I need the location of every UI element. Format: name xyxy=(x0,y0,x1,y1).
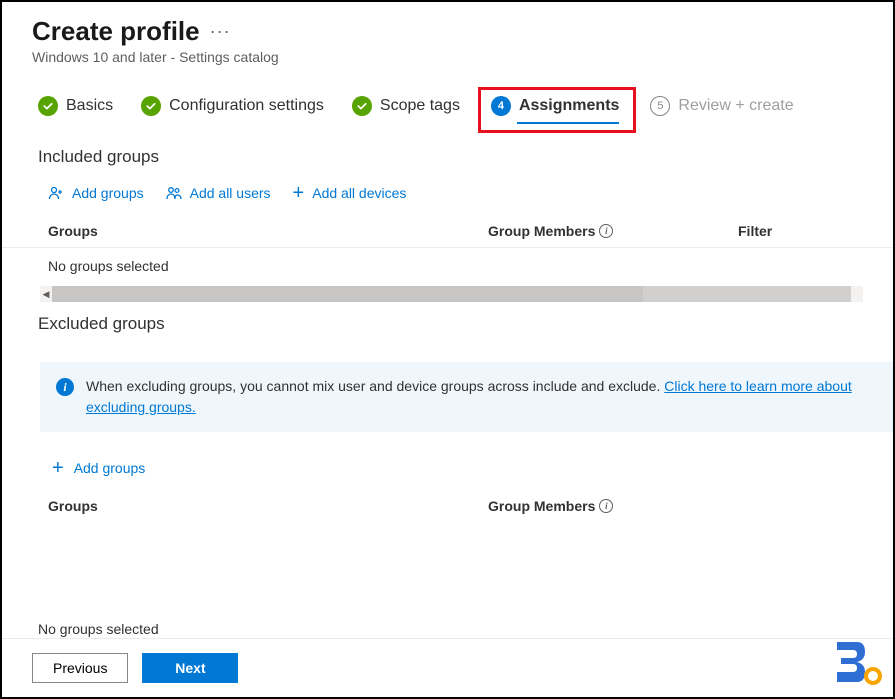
action-label: Add groups xyxy=(72,185,144,201)
step-basics[interactable]: Basics xyxy=(38,96,113,122)
excluded-groups-heading: Excluded groups xyxy=(2,302,893,342)
column-groups: Groups xyxy=(48,223,488,239)
action-label: Add all devices xyxy=(312,185,406,201)
info-icon[interactable]: i xyxy=(599,499,613,513)
step-number-icon: 4 xyxy=(491,96,511,116)
step-configuration-settings[interactable]: Configuration settings xyxy=(141,96,324,122)
check-icon xyxy=(141,96,161,116)
excluded-empty-row: No groups selected xyxy=(38,613,863,637)
highlight-box: 4 Assignments xyxy=(478,87,636,133)
step-label: Configuration settings xyxy=(169,97,324,115)
step-label: Assignments xyxy=(519,97,619,115)
included-empty-row: No groups selected xyxy=(2,248,893,286)
scroll-left-icon[interactable]: ◀ xyxy=(40,289,52,300)
column-filter: Filter xyxy=(738,223,863,239)
check-icon xyxy=(38,96,58,116)
scrollbar-track[interactable] xyxy=(52,286,851,302)
excluded-table-header: Groups Group Members i xyxy=(2,492,893,522)
step-number-icon: 5 xyxy=(650,96,670,116)
info-icon: i xyxy=(56,378,74,396)
step-scope-tags[interactable]: Scope tags xyxy=(352,96,460,122)
column-group-members: Group Members i xyxy=(488,223,738,239)
plus-icon: + xyxy=(52,458,64,478)
add-groups-excluded-button[interactable]: + Add groups xyxy=(2,452,893,492)
step-review-create: 5 Review + create xyxy=(650,96,793,122)
add-all-devices-button[interactable]: + Add all devices xyxy=(293,183,407,203)
more-menu[interactable]: ··· xyxy=(210,21,231,42)
add-all-users-button[interactable]: Add all users xyxy=(166,183,271,203)
page-subtitle: Windows 10 and later - Settings catalog xyxy=(32,49,863,65)
included-groups-heading: Included groups xyxy=(2,135,893,175)
horizontal-scrollbar[interactable]: ◀ ▶ xyxy=(40,286,863,302)
step-label: Scope tags xyxy=(380,97,460,115)
included-actions: Add groups Add all users + Add all devic… xyxy=(2,175,893,217)
step-label: Review + create xyxy=(678,97,793,115)
person-add-icon xyxy=(48,185,64,201)
check-icon xyxy=(352,96,372,116)
footer: Previous Next xyxy=(2,638,893,697)
included-table-header: Groups Group Members i Filter xyxy=(2,217,893,248)
info-icon[interactable]: i xyxy=(599,224,613,238)
previous-button[interactable]: Previous xyxy=(32,653,128,683)
wizard-steps: Basics Configuration settings Scope tags… xyxy=(2,65,893,135)
plus-icon: + xyxy=(293,183,305,203)
action-label: Add all users xyxy=(190,185,271,201)
step-assignments[interactable]: 4 Assignments xyxy=(491,96,619,122)
next-button[interactable]: Next xyxy=(142,653,238,683)
people-icon xyxy=(166,185,182,201)
action-label: Add groups xyxy=(74,460,146,476)
page-title: Create profile xyxy=(32,16,200,47)
step-label: Basics xyxy=(66,97,113,115)
watermark-logo xyxy=(831,638,885,691)
add-groups-button[interactable]: Add groups xyxy=(48,183,144,203)
column-groups: Groups xyxy=(48,498,488,514)
column-group-members: Group Members i xyxy=(488,498,738,514)
exclude-notice: i When excluding groups, you cannot mix … xyxy=(40,362,893,432)
notice-text: When excluding groups, you cannot mix us… xyxy=(86,378,664,394)
